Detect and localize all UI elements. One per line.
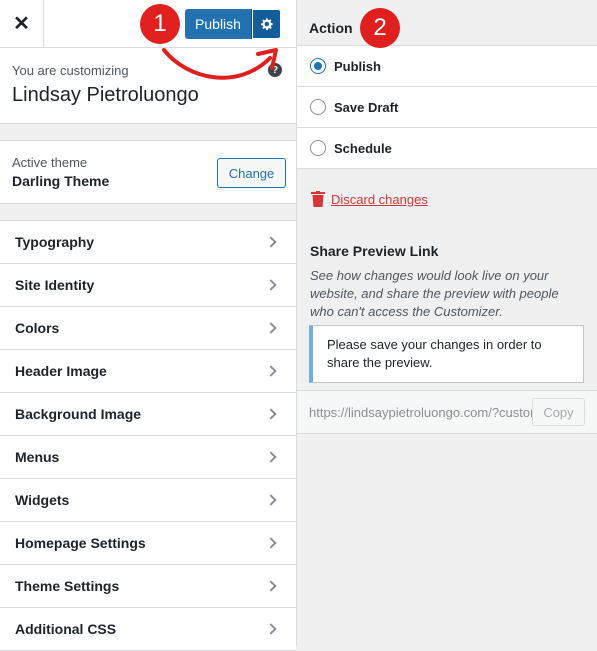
- chevron-right-icon: [265, 408, 277, 420]
- radio-selected-icon[interactable]: [310, 58, 326, 74]
- annotation-arrow: [162, 48, 278, 80]
- action-option-save-draft[interactable]: Save Draft: [297, 87, 597, 128]
- menu-item-label: Widgets: [15, 492, 70, 508]
- discard-changes-label: Discard changes: [331, 191, 428, 207]
- step-2-badge: 2: [360, 8, 400, 48]
- chevron-right-icon: [265, 451, 277, 463]
- action-option-label: Save Draft: [334, 99, 399, 115]
- share-preview-title: Share Preview Link: [310, 243, 439, 259]
- chevron-right-icon: [265, 236, 277, 248]
- close-icon[interactable]: ✕: [0, 0, 44, 47]
- chevron-right-icon: [265, 494, 277, 506]
- menu-item-homepage-settings[interactable]: Homepage Settings: [0, 522, 296, 565]
- change-theme-button[interactable]: Change: [217, 158, 286, 188]
- menu-item-label: Menus: [15, 449, 60, 465]
- action-option-schedule[interactable]: Schedule: [297, 128, 597, 169]
- chevron-right-icon: [265, 279, 277, 291]
- trash-icon: [311, 191, 325, 207]
- action-option-label: Publish: [334, 58, 381, 74]
- action-option-label: Schedule: [334, 140, 392, 156]
- menu-item-menus[interactable]: Menus: [0, 436, 296, 479]
- menu-item-typography[interactable]: Typography: [0, 221, 296, 264]
- menu-item-label: Header Image: [15, 363, 107, 379]
- chevron-right-icon: [265, 322, 277, 334]
- menu-item-theme-settings[interactable]: Theme Settings: [0, 565, 296, 608]
- active-theme-section: Active theme Darling Theme Change: [0, 140, 296, 204]
- save-notice: Please save your changes in order to sha…: [309, 325, 584, 383]
- publish-button[interactable]: Publish: [185, 9, 251, 39]
- radio-icon[interactable]: [310, 99, 326, 115]
- menu-item-label: Typography: [15, 234, 95, 250]
- menu-item-site-identity[interactable]: Site Identity: [0, 264, 296, 307]
- menu-item-additional-css[interactable]: Additional CSS: [0, 608, 296, 651]
- menu-item-widgets[interactable]: Widgets: [0, 479, 296, 522]
- copy-button[interactable]: Copy: [532, 398, 585, 426]
- menu-item-label: Homepage Settings: [15, 535, 146, 551]
- menu-item-label: Theme Settings: [15, 578, 120, 594]
- menu-item-label: Background Image: [15, 406, 142, 422]
- menu-item-header-image[interactable]: Header Image: [0, 350, 296, 393]
- menu-item-label: Site Identity: [15, 277, 95, 293]
- menu-item-label: Colors: [15, 320, 60, 336]
- action-title: Action: [309, 20, 353, 36]
- menu-item-colors[interactable]: Colors: [0, 307, 296, 350]
- menu-item-label: Additional CSS: [15, 621, 117, 637]
- customizer-menu: Typography Site Identity Colors Header I…: [0, 220, 296, 651]
- step-1-badge: 1: [140, 4, 180, 44]
- chevron-right-icon: [265, 365, 277, 377]
- action-options: Publish Save Draft Schedule: [297, 45, 597, 169]
- publish-settings-button[interactable]: [251, 9, 281, 39]
- chevron-right-icon: [265, 537, 277, 549]
- customizer-sidebar: ✕ Publish You are customizing Lindsay Pi…: [0, 0, 296, 651]
- gear-icon: [260, 18, 273, 31]
- share-preview-description: See how changes would look live on your …: [310, 268, 559, 319]
- action-option-publish[interactable]: Publish: [297, 46, 597, 87]
- radio-icon[interactable]: [310, 140, 326, 156]
- publish-settings-panel: Action Publish Save Draft Schedule Disca…: [296, 0, 597, 646]
- chevron-right-icon: [265, 623, 277, 635]
- chevron-right-icon: [265, 580, 277, 592]
- preview-link-row: https://lindsaypietroluongo.com/?customi…: [297, 390, 597, 434]
- discard-changes-link[interactable]: Discard changes: [297, 191, 597, 207]
- menu-item-background-image[interactable]: Background Image: [0, 393, 296, 436]
- preview-link-url[interactable]: https://lindsaypietroluongo.com/?customi…: [309, 405, 532, 420]
